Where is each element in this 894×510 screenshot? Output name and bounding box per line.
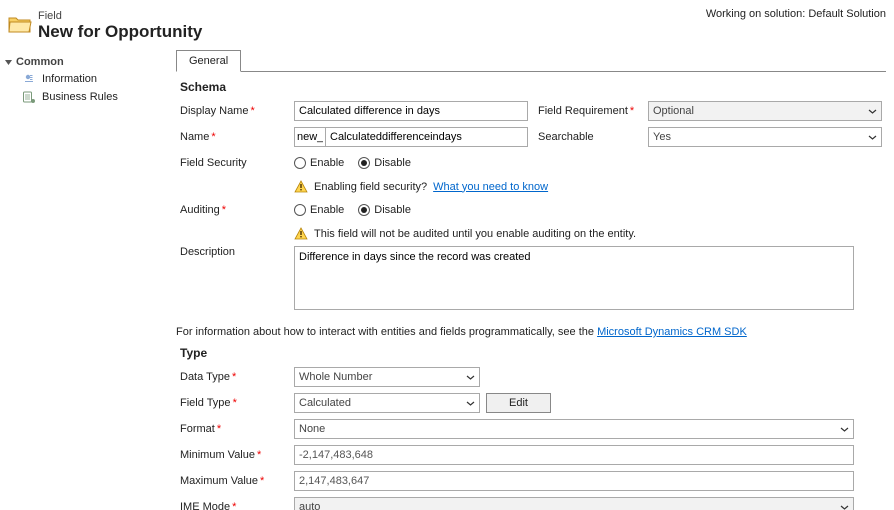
collapse-icon bbox=[4, 58, 12, 66]
display-name-input[interactable] bbox=[294, 101, 528, 121]
searchable-select[interactable]: Yes bbox=[648, 127, 882, 147]
folder-icon bbox=[8, 14, 32, 34]
field-security-info-link[interactable]: What you need to know bbox=[433, 181, 548, 193]
solution-context-label: Working on solution: Default Solution bbox=[706, 8, 886, 20]
label-searchable: Searchable bbox=[538, 131, 648, 143]
nav-item-label: Information bbox=[42, 73, 97, 85]
chevron-down-icon bbox=[863, 102, 881, 120]
field-security-enable-radio[interactable]: Enable bbox=[294, 157, 344, 169]
field-type-select[interactable]: Calculated bbox=[294, 393, 480, 413]
nav-item-label: Business Rules bbox=[42, 91, 118, 103]
warning-icon bbox=[294, 227, 308, 240]
label-ime-mode: IME Mode* bbox=[180, 501, 294, 510]
tab-general[interactable]: General bbox=[176, 50, 241, 72]
format-select[interactable]: None bbox=[294, 419, 854, 439]
label-field-requirement: Field Requirement* bbox=[538, 105, 648, 117]
edit-button[interactable]: Edit bbox=[486, 393, 551, 413]
name-prefix-input bbox=[294, 127, 326, 147]
label-min-value: Minimum Value* bbox=[180, 449, 294, 461]
field-security-disable-radio[interactable]: Disable bbox=[358, 157, 411, 169]
business-rules-icon bbox=[22, 90, 36, 104]
max-value-input bbox=[294, 471, 854, 491]
label-format: Format* bbox=[180, 423, 294, 435]
label-field-security: Field Security bbox=[180, 157, 294, 169]
sdk-link[interactable]: Microsoft Dynamics CRM SDK bbox=[597, 326, 747, 338]
data-type-select[interactable]: Whole Number bbox=[294, 367, 480, 387]
chevron-down-icon bbox=[835, 498, 853, 510]
description-textarea[interactable] bbox=[294, 246, 854, 310]
information-icon bbox=[22, 72, 36, 86]
chevron-down-icon bbox=[461, 394, 479, 412]
auditing-disable-radio[interactable]: Disable bbox=[358, 204, 411, 216]
sdk-note: For information about how to interact wi… bbox=[176, 326, 886, 338]
entity-type-label: Field bbox=[38, 10, 202, 22]
field-requirement-select[interactable]: Optional bbox=[648, 101, 882, 121]
section-schema-heading: Schema bbox=[180, 80, 882, 94]
label-display-name: Display Name* bbox=[180, 105, 294, 117]
label-description: Description bbox=[180, 246, 294, 258]
min-value-input bbox=[294, 445, 854, 465]
label-name: Name* bbox=[180, 131, 294, 143]
left-nav: Common Information Business Rules bbox=[0, 50, 176, 502]
auditing-warning-text: This field will not be audited until you… bbox=[314, 228, 636, 240]
warning-icon bbox=[294, 180, 308, 193]
label-auditing: Auditing* bbox=[180, 204, 294, 216]
label-data-type: Data Type* bbox=[180, 371, 294, 383]
chevron-down-icon bbox=[863, 128, 881, 146]
page-title: New for Opportunity bbox=[38, 22, 202, 42]
section-type-heading: Type bbox=[180, 346, 882, 360]
nav-group-label: Common bbox=[16, 56, 64, 68]
nav-item-business-rules[interactable]: Business Rules bbox=[4, 88, 166, 106]
ime-mode-select[interactable]: auto bbox=[294, 497, 854, 510]
tab-bar: General bbox=[176, 50, 886, 72]
chevron-down-icon bbox=[461, 368, 479, 386]
label-max-value: Maximum Value* bbox=[180, 475, 294, 487]
chevron-down-icon bbox=[835, 420, 853, 438]
nav-group-common[interactable]: Common bbox=[4, 54, 166, 70]
label-field-type: Field Type* bbox=[180, 397, 294, 409]
field-security-warning-text: Enabling field security? bbox=[314, 181, 427, 193]
nav-item-information[interactable]: Information bbox=[4, 70, 166, 88]
auditing-enable-radio[interactable]: Enable bbox=[294, 204, 344, 216]
name-input[interactable] bbox=[326, 127, 528, 147]
